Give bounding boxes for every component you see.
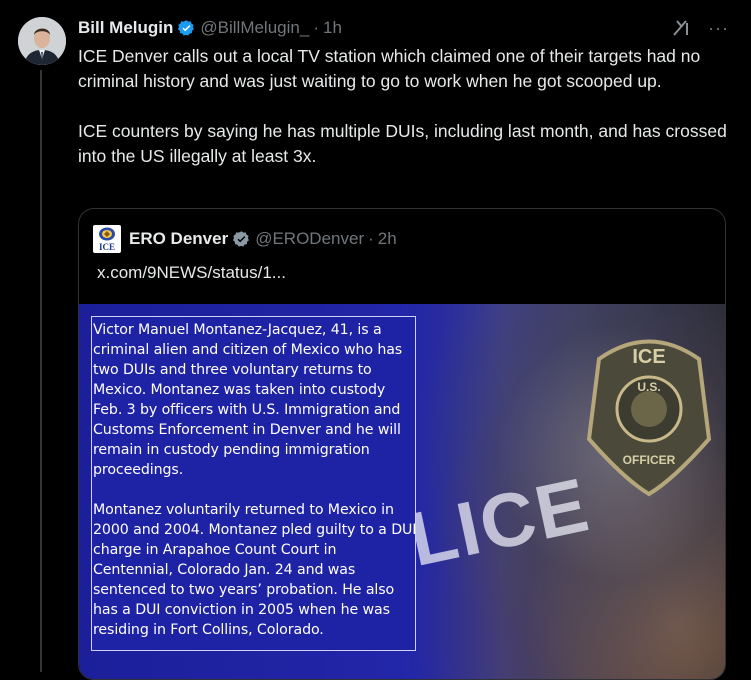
badge-bottom-text: OFFICER <box>623 453 676 467</box>
quoted-display-name[interactable]: ERO Denver <box>129 229 228 249</box>
ice-badge-icon: ICE U.S. OFFICER <box>586 339 712 497</box>
badge-mid-text: U.S. <box>637 380 660 394</box>
avatar-image <box>18 17 66 65</box>
quoted-tweet[interactable]: ICE ERO Denver @ERODenver · 2h x.com/9NE… <box>78 208 726 680</box>
statement-text: Victor Manuel Montanez-Jacquez, 41, is a… <box>93 320 418 660</box>
ice-logo-text: ICE <box>98 242 115 252</box>
separator-dot: · <box>313 18 319 37</box>
quoted-handle[interactable]: @ERODenver <box>255 229 364 249</box>
author-display-name[interactable]: Bill Melugin <box>78 18 173 38</box>
ice-logo-icon[interactable]: ICE <box>93 225 121 253</box>
verified-badge-icon <box>178 19 195 36</box>
separator-dot: · <box>368 229 374 248</box>
tweet-header: Bill Melugin @BillMelugin_ · 1h <box>78 16 731 40</box>
verified-badge-icon <box>233 230 250 247</box>
quoted-timestamp[interactable]: 2h <box>378 229 397 249</box>
quoted-image[interactable]: LICE ICE U.S. OFFICER Victor Manuel Mont… <box>79 304 725 679</box>
tweet-paragraph: ICE counters by saying he has multiple D… <box>78 121 727 166</box>
thread-line <box>40 70 42 672</box>
statement-paragraph: Montanez voluntarily returned to Mexico … <box>93 502 417 638</box>
avatar[interactable] <box>18 17 66 65</box>
tweet-timestamp[interactable]: 1h <box>323 18 342 38</box>
badge-top-text: ICE <box>632 346 665 368</box>
grok-icon[interactable] <box>671 18 691 38</box>
more-icon[interactable]: ··· <box>708 18 729 38</box>
quoted-link[interactable]: x.com/9NEWS/status/1... <box>97 263 286 283</box>
ice-seal-icon <box>99 227 115 241</box>
tweet-text: ICE Denver calls out a local TV station … <box>78 44 728 194</box>
author-handle[interactable]: @BillMelugin_ <box>200 18 309 38</box>
tweet-paragraph: ICE Denver calls out a local TV station … <box>78 46 701 91</box>
statement-paragraph: Victor Manuel Montanez-Jacquez, 41, is a… <box>93 322 403 478</box>
quoted-tweet-header: ICE ERO Denver @ERODenver · 2h <box>93 225 397 253</box>
